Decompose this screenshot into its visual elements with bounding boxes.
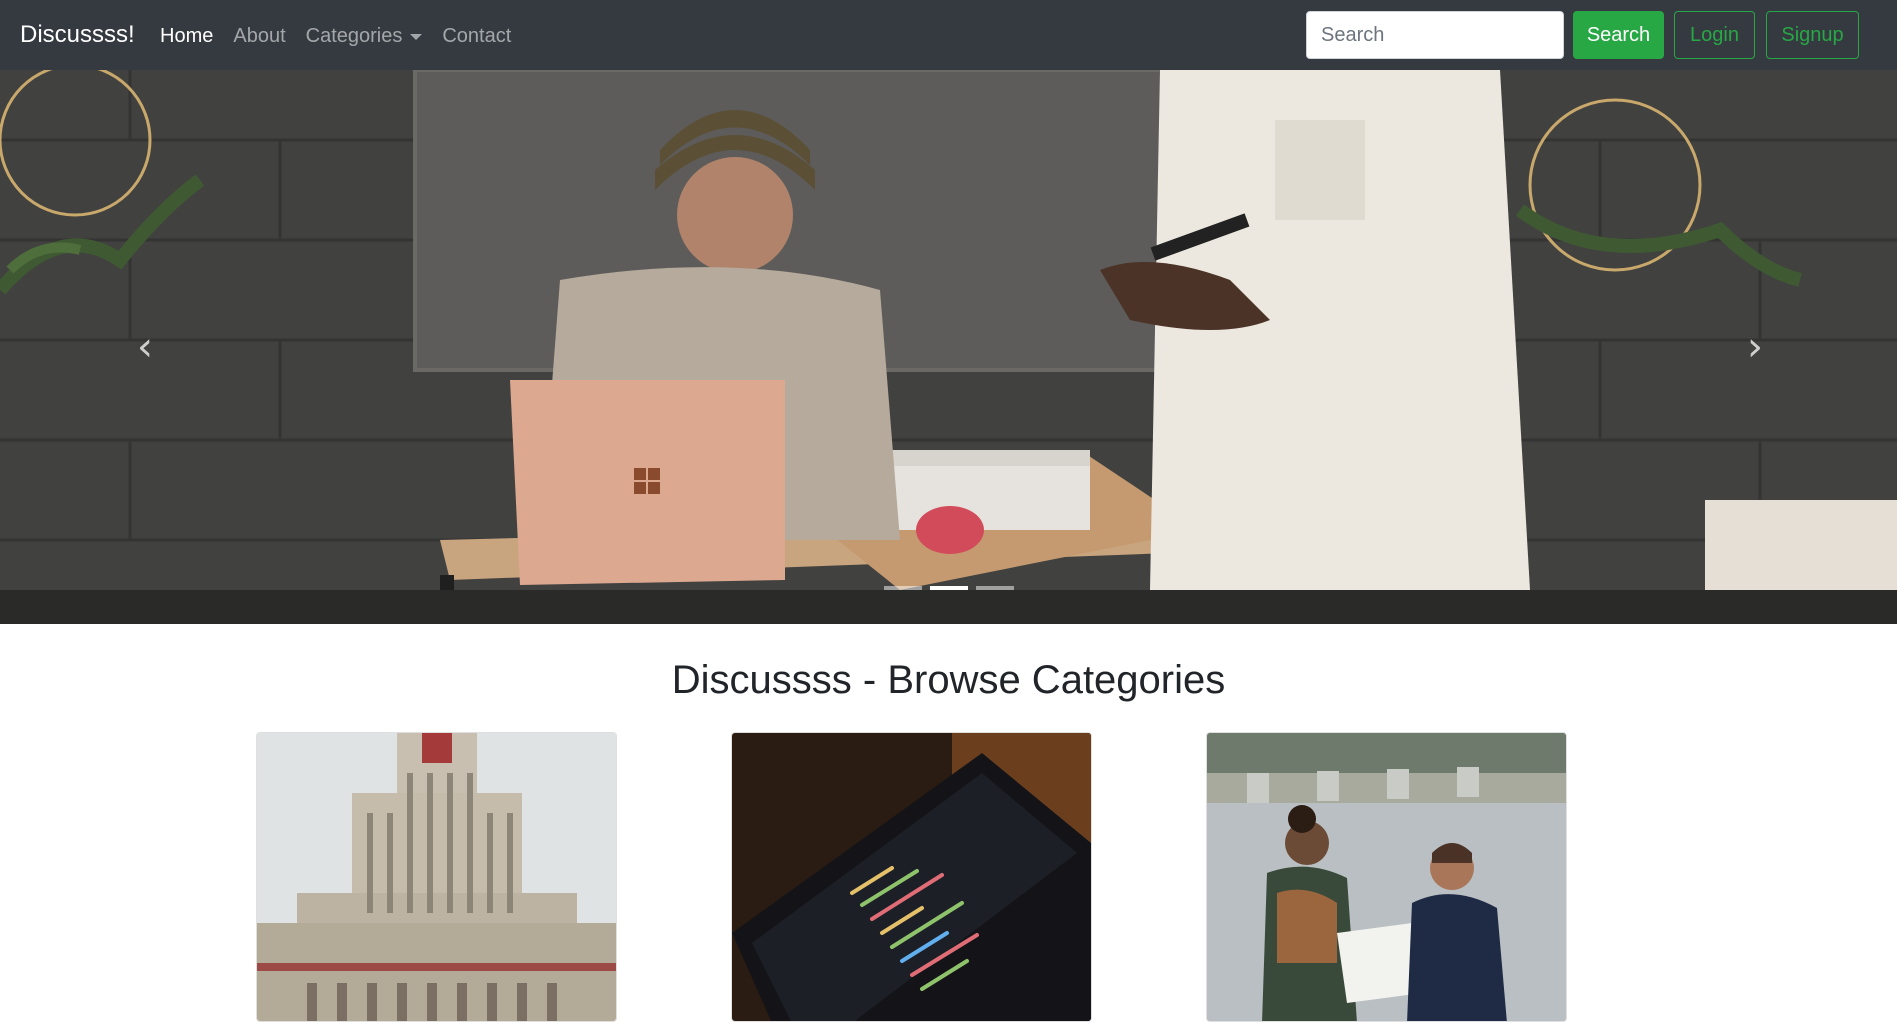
category-card[interactable] xyxy=(731,732,1092,1022)
carousel-indicator[interactable] xyxy=(883,586,922,590)
chevron-right-icon: › xyxy=(1747,324,1763,370)
search-input[interactable] xyxy=(1306,11,1564,59)
nav-link-about[interactable]: About xyxy=(233,22,285,50)
page-title: Discussss - Browse Categories xyxy=(671,658,1226,702)
hero-carousel: ‹ › xyxy=(0,70,1897,624)
carousel-indicator-active[interactable] xyxy=(929,586,968,590)
category-card-image xyxy=(257,733,616,1021)
category-card-image xyxy=(732,733,1091,1021)
nav-link-contact[interactable]: Contact xyxy=(442,22,511,50)
nav-link-label: Categories xyxy=(305,25,403,47)
category-card[interactable] xyxy=(256,732,617,1022)
carousel-prev-button[interactable]: ‹ xyxy=(70,70,220,624)
caret-down-icon xyxy=(410,34,423,40)
chevron-left-icon: ‹ xyxy=(137,324,153,370)
login-button[interactable]: Login xyxy=(1674,11,1755,59)
carousel-slide-image xyxy=(0,70,1897,624)
nav-link-label: About xyxy=(233,25,286,47)
signup-button[interactable]: Signup xyxy=(1766,11,1859,59)
carousel-next-button[interactable]: › xyxy=(1680,70,1830,624)
nav-link-home[interactable]: Home xyxy=(160,22,213,50)
nav-links: Home About Categories Contact xyxy=(160,22,531,50)
category-card-image xyxy=(1207,733,1566,1021)
carousel-indicators xyxy=(0,586,1897,590)
search-button[interactable]: Search xyxy=(1573,11,1664,59)
carousel-indicator[interactable] xyxy=(975,586,1014,590)
category-card[interactable] xyxy=(1206,732,1567,1022)
brand-logo[interactable]: Discussss! xyxy=(20,18,135,52)
navbar: Discussss! Home About Categories Contact… xyxy=(0,0,1897,70)
nav-dropdown-categories[interactable]: Categories xyxy=(306,22,423,50)
nav-link-label: Home xyxy=(160,25,214,47)
nav-link-label: Contact xyxy=(442,25,512,47)
